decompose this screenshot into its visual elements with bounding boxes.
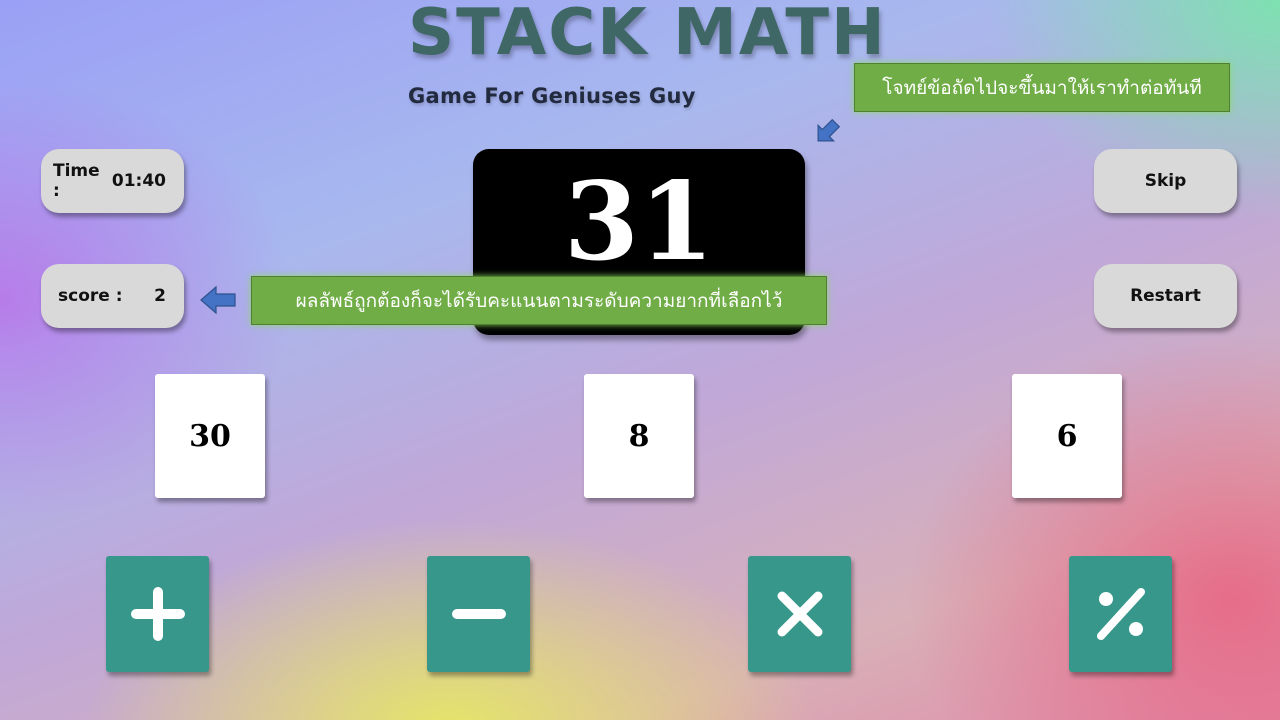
skip-button[interactable]: Skip: [1094, 149, 1237, 213]
minus-icon: [451, 609, 506, 619]
game-subtitle: Game For Geniuses Guy: [408, 84, 696, 108]
callout-score-hint: ผลลัพธ์ถูกต้องก็จะได้รับคะแนนตามระดับควา…: [251, 276, 827, 325]
add-button[interactable]: [106, 556, 209, 672]
score-value: 2: [154, 286, 166, 306]
score-display: score : 2: [41, 264, 184, 328]
timer-display: Time : 01:40: [41, 149, 184, 213]
plus-icon: [130, 587, 185, 641]
arrow-left-icon: [200, 285, 236, 315]
multiply-button[interactable]: [748, 556, 851, 672]
score-label: score :: [58, 286, 123, 306]
timer-label: Time :: [53, 161, 100, 201]
timer-value: 01:40: [111, 171, 166, 191]
divide-button[interactable]: [1069, 556, 1172, 672]
multiply-icon: [777, 591, 822, 637]
number-card-3[interactable]: 6: [1012, 374, 1122, 498]
target-number: 31: [563, 159, 715, 285]
number-card-1[interactable]: 30: [155, 374, 265, 498]
game-title: STACK MATH: [408, 0, 887, 70]
callout-next-question: โจทย์ข้อถัดไปจะขึ้นมาให้เราทำต่อทันที: [854, 63, 1230, 112]
restart-button[interactable]: Restart: [1094, 264, 1237, 328]
arrow-down-left-icon: [817, 118, 841, 142]
number-card-2[interactable]: 8: [584, 374, 694, 498]
subtract-button[interactable]: [427, 556, 530, 672]
percent-icon: [1096, 588, 1145, 640]
